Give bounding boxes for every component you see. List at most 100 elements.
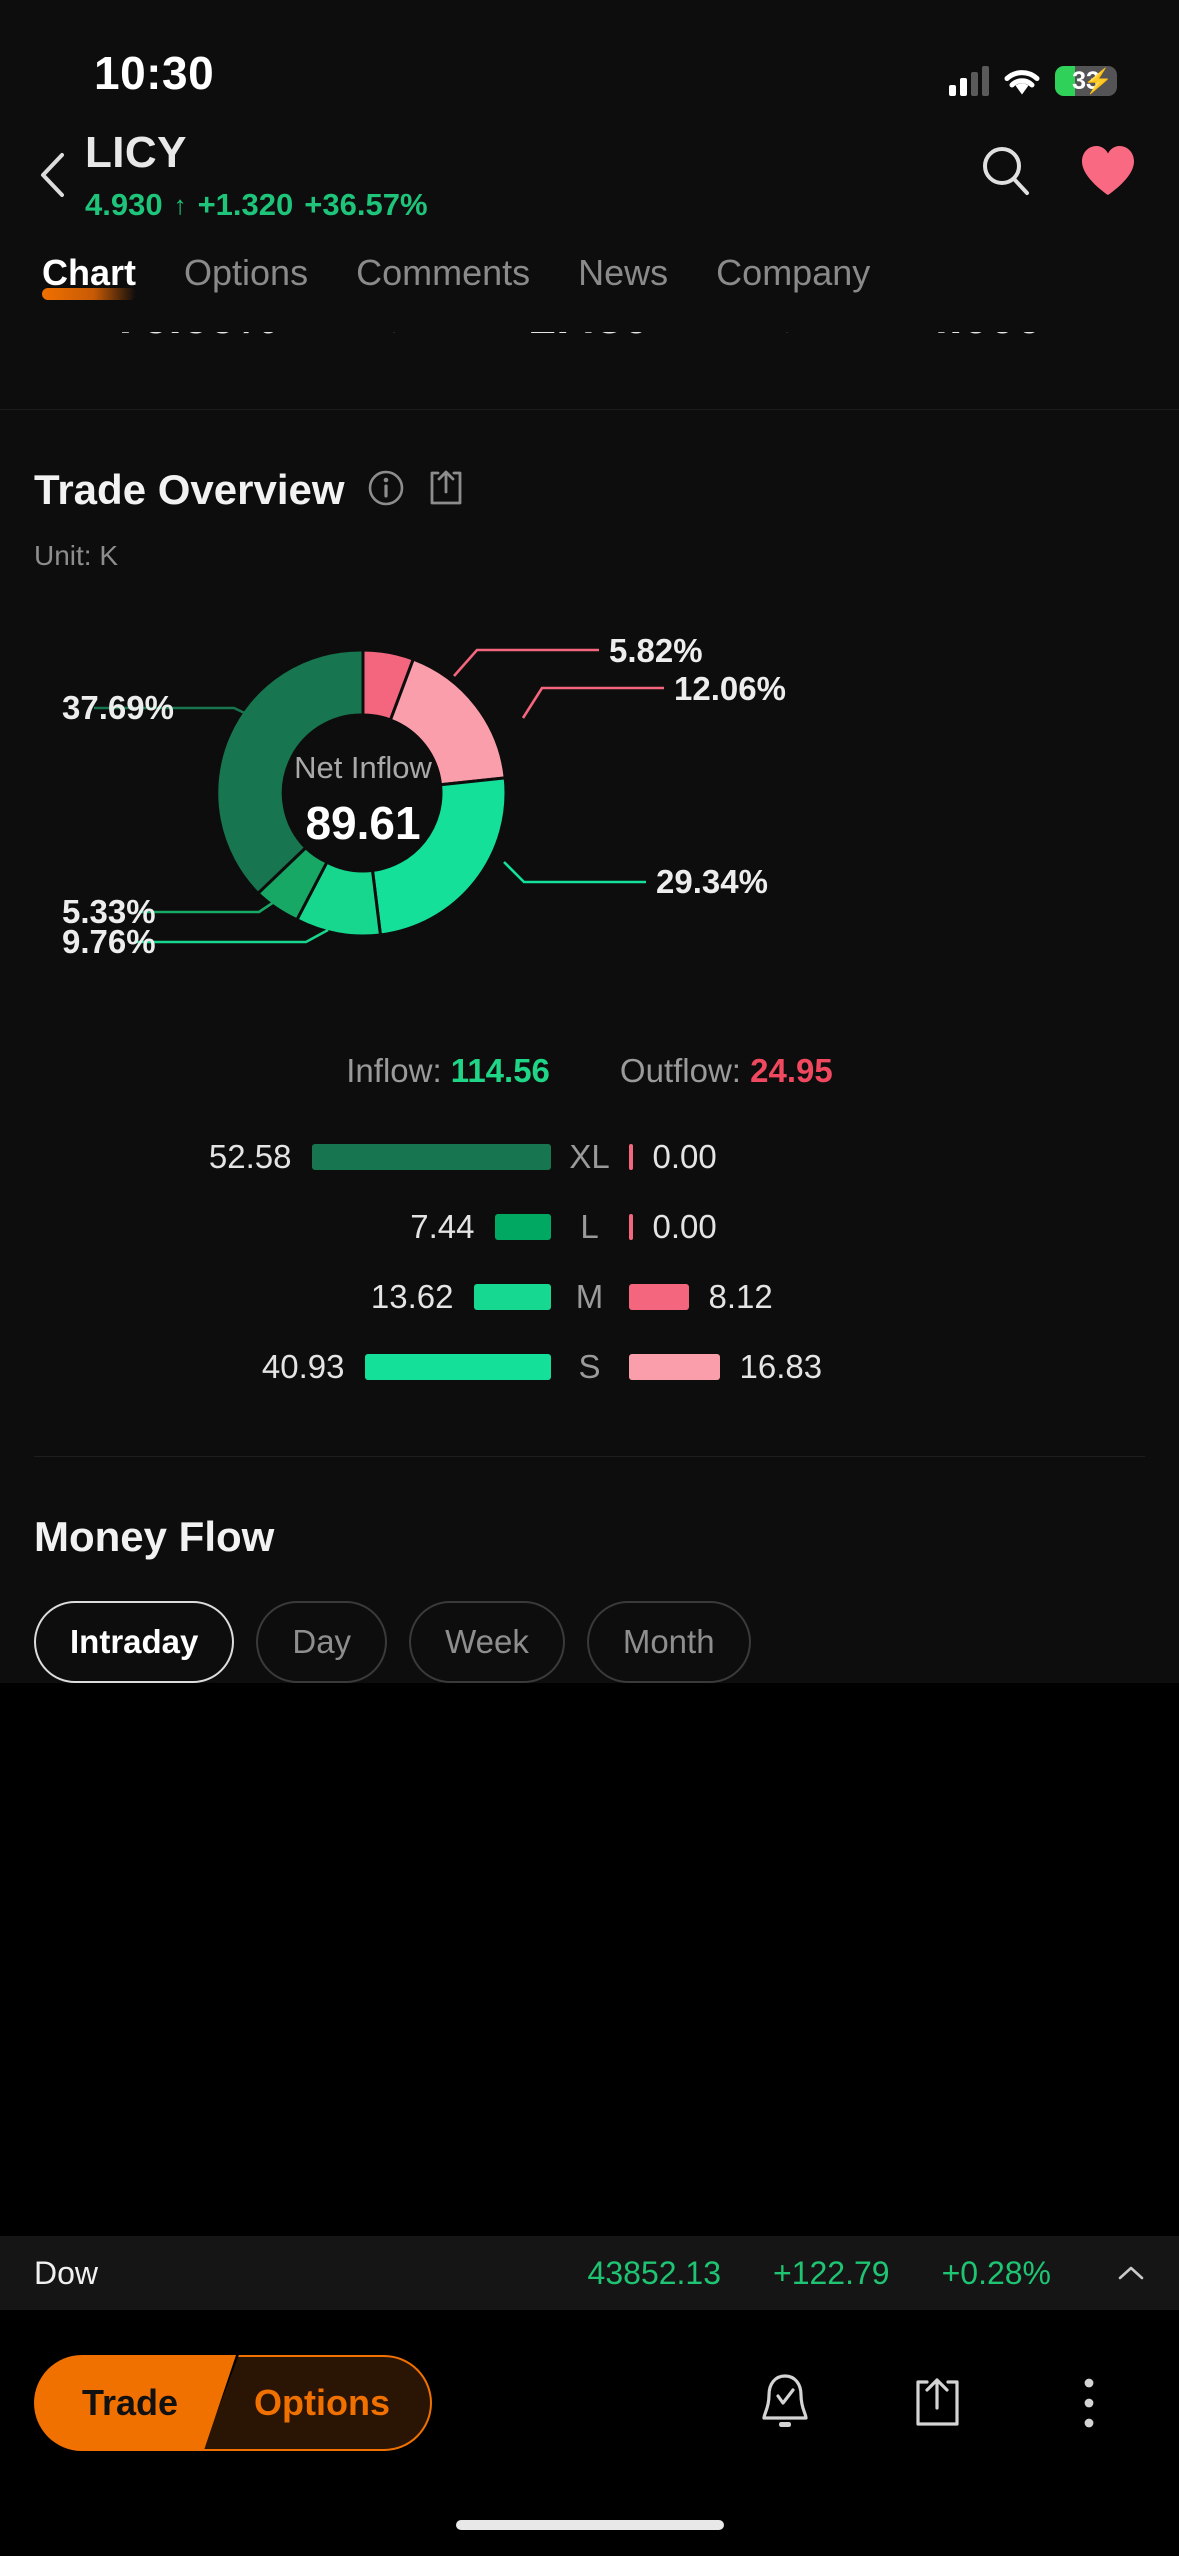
row-tick-label: L <box>580 1208 599 1245</box>
header-actions <box>975 140 1139 202</box>
price-change-percent: +36.57% <box>304 187 428 222</box>
row-outflow-bar <box>628 1284 689 1310</box>
search-button[interactable] <box>975 140 1037 202</box>
row-outflow-value: 8.12 <box>708 1278 773 1315</box>
search-icon <box>983 147 1029 195</box>
trade-overview-header: Trade Overview <box>34 410 1145 514</box>
chip-week[interactable]: Week <box>409 1601 565 1683</box>
row-inflow-value: 7.44 <box>410 1208 475 1245</box>
slice-inflow-xl <box>215 648 365 896</box>
table-row: 52.58 XL 0.00 <box>34 1122 1145 1192</box>
leader-line-3 <box>503 861 646 884</box>
tab-news[interactable]: News <box>554 246 692 294</box>
tab-chart[interactable]: Chart <box>22 246 160 300</box>
chip-intraday[interactable]: Intraday <box>34 1601 235 1683</box>
clipped-stat-3: 4.000 <box>786 332 1179 345</box>
back-button[interactable] <box>18 140 88 210</box>
ticker-symbol: LICY <box>85 128 187 177</box>
alert-button[interactable] <box>753 2371 817 2435</box>
index-change-percent: +0.28% <box>941 2254 1051 2291</box>
outflow-label: Outflow: <box>619 1052 741 1089</box>
unit-label: Unit: K <box>34 540 119 571</box>
heart-icon <box>1082 146 1134 195</box>
app-header: LICY 4.930 ↑ +1.320 +36.57% <box>0 118 1179 246</box>
home-indicator <box>455 2520 724 2530</box>
wifi-icon <box>1003 68 1041 96</box>
inflow-value: 114.56 <box>450 1052 550 1089</box>
options-button[interactable]: Options <box>202 2355 433 2451</box>
price-up-arrow-icon: ↑ <box>173 189 187 220</box>
row-inflow-bar <box>364 1354 551 1380</box>
more-vertical-icon <box>1084 2378 1094 2428</box>
outflow-value: 24.95 <box>750 1052 833 1089</box>
table-row: 7.44 L 0.00 <box>34 1192 1145 1262</box>
last-price: 4.930 <box>85 187 163 222</box>
cellular-signal-icon <box>949 66 989 96</box>
row-inflow-value: 52.58 <box>208 1138 292 1175</box>
chevron-up-icon[interactable] <box>1117 2257 1145 2289</box>
trade-overview-section: Trade Overview Unit: K Net Inflow 89.61 … <box>0 410 1179 1683</box>
chip-month[interactable]: Month <box>586 1601 751 1683</box>
favorite-button[interactable] <box>1077 140 1139 202</box>
charging-bolt-icon: ⚡ <box>1083 67 1113 95</box>
slice-inflow-s <box>370 776 508 937</box>
row-inflow-bar <box>473 1284 551 1310</box>
share-export-icon <box>430 470 461 504</box>
money-flow-title: Money Flow <box>34 1513 275 1560</box>
donut-chart: Net Inflow 89.61 5.82% 12.06% 29.34% 9.7… <box>34 590 1145 1010</box>
clipped-stat-2: 2.480 <box>393 332 786 345</box>
row-tick-label: S <box>578 1348 601 1385</box>
page-title: Trade Overview <box>34 466 345 513</box>
price-change: +1.320 <box>197 187 294 222</box>
slice-outflow-s <box>388 657 507 787</box>
index-value: 43852.13 <box>587 2254 722 2291</box>
bottom-action-bar: Trade Options <box>0 2310 1179 2496</box>
section-tabs: Chart Options Comments News Company <box>0 246 1179 332</box>
table-row: 40.93 S 16.83 <box>34 1332 1145 1402</box>
battery-icon: 33 ⚡ <box>1055 66 1117 96</box>
status-time: 10:30 <box>94 47 215 99</box>
info-button[interactable] <box>367 469 405 512</box>
symbol-block[interactable]: LICY 4.930 ↑ +1.320 +36.57% <box>85 128 428 223</box>
row-outflow-bar <box>628 1214 633 1240</box>
alert-bell-icon <box>762 2374 808 2427</box>
leader-line-4 <box>136 928 329 944</box>
tab-company[interactable]: Company <box>692 246 894 294</box>
pie-label-5-82: 5.82% <box>609 632 703 669</box>
row-inflow-value: 40.93 <box>261 1348 345 1385</box>
pie-label-29-34: 29.34% <box>656 863 768 900</box>
flow-summary: Inflow: 114.56 Outflow: 24.95 <box>34 1052 1145 1090</box>
tab-options[interactable]: Options <box>160 246 332 294</box>
info-circle-icon <box>368 470 403 505</box>
share-button-bottom[interactable] <box>905 2371 969 2435</box>
leader-line-2 <box>521 686 664 719</box>
pie-label-12-06: 12.06% <box>674 670 786 707</box>
row-outflow-value: 0.00 <box>652 1138 717 1175</box>
flow-bars: 52.58 XL 0.00 7.44 L 0.00 13.62 M 8.12 4… <box>34 1122 1145 1402</box>
chevron-left-icon <box>41 153 64 197</box>
share-button[interactable] <box>427 468 465 513</box>
trade-options-split-button: Trade Options <box>34 2355 433 2451</box>
row-inflow-value: 13.62 <box>370 1278 454 1315</box>
inflow-label: Inflow: <box>346 1052 442 1089</box>
leader-line-5 <box>139 898 278 914</box>
clipped-stat-1: 76.66% <box>0 332 393 345</box>
tab-comments[interactable]: Comments <box>332 246 554 294</box>
row-tick-label: M <box>575 1278 604 1315</box>
row-outflow-value: 0.00 <box>652 1208 717 1245</box>
status-bar: 10:30 33 ⚡ <box>0 0 1179 118</box>
outflow-summary: Outflow: 24.95 <box>620 1052 833 1090</box>
leader-line-1 <box>453 648 599 677</box>
trade-button[interactable]: Trade <box>34 2355 237 2451</box>
row-inflow-bar <box>311 1144 551 1170</box>
index-ticker-bar[interactable]: Dow 43852.13 +122.79 +0.28% <box>0 2236 1179 2310</box>
money-flow-range-tabs: Intraday Day Week Month <box>34 1601 1145 1683</box>
inflow-summary: Inflow: 114.56 <box>346 1052 550 1090</box>
donut-chart-svg <box>94 648 664 944</box>
more-menu-button[interactable] <box>1057 2371 1121 2435</box>
clipped-stats-row: 76.66% 2.480 4.000 <box>0 332 1179 410</box>
price-row: 4.930 ↑ +1.320 +36.57% <box>85 187 428 223</box>
row-outflow-value: 16.83 <box>739 1348 823 1385</box>
chip-day[interactable]: Day <box>256 1601 388 1683</box>
index-name: Dow <box>34 2254 99 2291</box>
